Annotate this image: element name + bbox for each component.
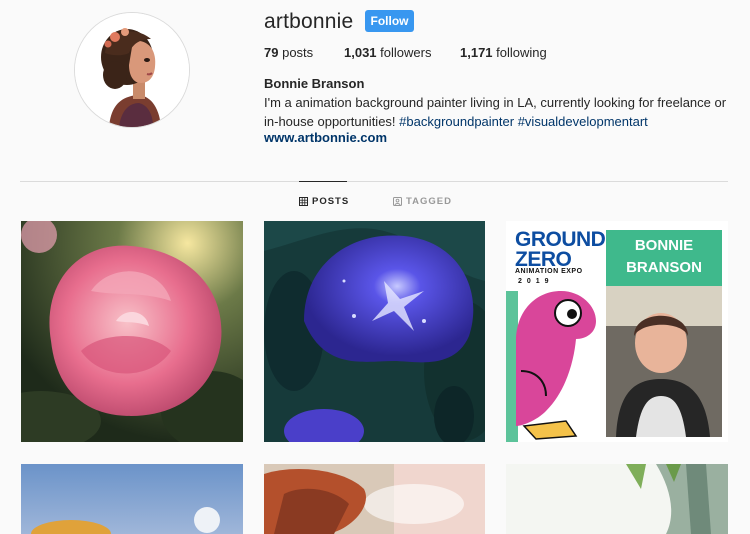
posts-count: 79 (264, 45, 279, 60)
tab-tagged[interactable]: TAGGED (393, 196, 452, 207)
avatar-illustration (75, 13, 189, 127)
following-stat[interactable]: 1,171 following (460, 45, 547, 60)
profile-bio: I'm a animation background painter livin… (264, 93, 734, 131)
bio-line-2: in-house opportunities! #backgroundpaint… (264, 112, 734, 131)
poster-ground-zero-title: GROUND ZERO (515, 228, 606, 271)
bio-line-1: I'm a animation background painter livin… (264, 95, 727, 110)
followers-stat[interactable]: 1,031 followers (344, 45, 431, 60)
post-thumbnail-pink-camellia[interactable] (21, 221, 243, 442)
post-thumbnail-forest-sketch[interactable] (506, 464, 728, 534)
forest-sketch-painting (506, 464, 728, 534)
poster-name-line-2: BRANSON (626, 259, 702, 276)
profile-website-link[interactable]: www.artbonnie.com (264, 130, 387, 145)
tab-posts-label: POSTS (312, 196, 350, 207)
bio-line-2-text: in-house opportunities! (264, 114, 400, 129)
hashtag-link[interactable]: #backgroundpainter (399, 114, 514, 129)
autumn-tree-painting (264, 464, 485, 534)
tabs-divider (20, 181, 728, 182)
post-thumbnail-blue-morning-glory[interactable] (264, 221, 485, 442)
following-count: 1,171 (460, 45, 493, 60)
profile-full-name: Bonnie Branson (264, 76, 365, 91)
posts-count-stat: 79 posts (264, 45, 313, 60)
followers-count: 1,031 (344, 45, 377, 60)
follow-button[interactable]: Follow (365, 10, 414, 32)
poster-ground-line-1: GROUND (515, 228, 606, 251)
post-thumbnail-moon-landscape[interactable] (21, 464, 243, 534)
followers-label: followers (380, 45, 432, 60)
post-thumbnail-ground-zero-expo[interactable]: GROUND ZERO ANIMATION EXPO 2019 BONNIE B… (506, 221, 728, 442)
poster-name: BONNIE BRANSON (606, 235, 722, 279)
poster-expo-label: ANIMATION EXPO (515, 268, 583, 275)
active-tab-indicator (299, 181, 347, 182)
tab-tagged-label: TAGGED (406, 196, 452, 207)
post-thumbnail-autumn-tree[interactable] (264, 464, 485, 534)
poster-ground-line-2: ZERO (515, 248, 572, 271)
moon-landscape-painting (21, 464, 243, 534)
hashtag-link[interactable]: #visualdevelopmentart (518, 114, 648, 129)
tagged-icon (393, 197, 402, 206)
grid-icon (299, 197, 308, 206)
tab-posts[interactable]: POSTS (299, 196, 349, 207)
following-label: following (496, 45, 547, 60)
poster-name-line-1: BONNIE (634, 237, 694, 254)
camellia-painting (21, 221, 243, 442)
posts-label: posts (282, 45, 314, 60)
morning-glory-painting (264, 221, 485, 442)
poster-year-label: 2019 (518, 278, 554, 285)
profile-avatar[interactable] (74, 12, 190, 128)
profile-username: artbonnie (264, 10, 354, 33)
